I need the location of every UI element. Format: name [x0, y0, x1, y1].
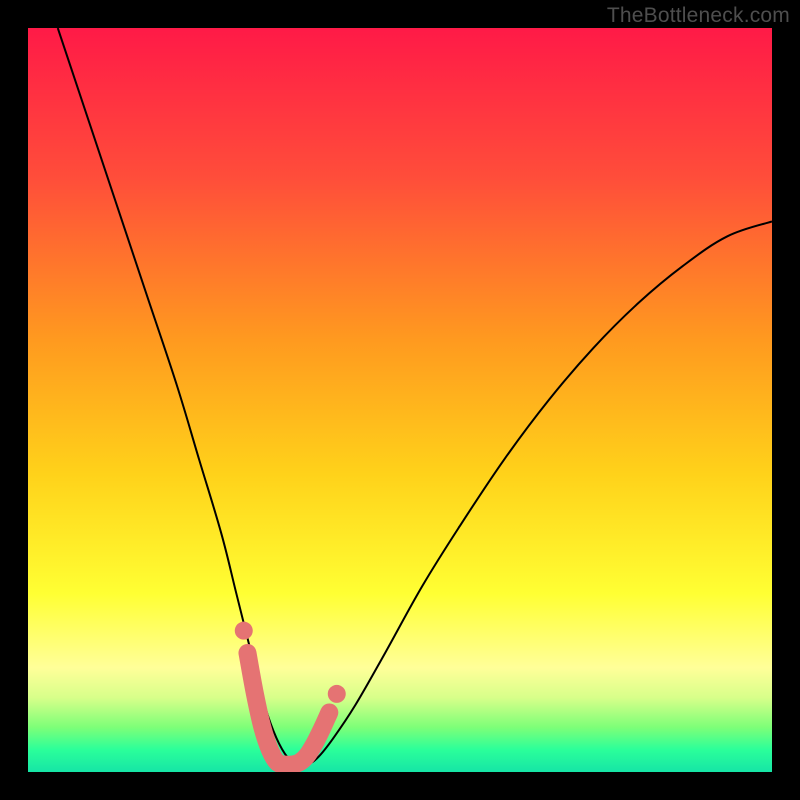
- highlight-dot: [235, 622, 253, 640]
- gradient-background: [28, 28, 772, 772]
- highlight-dot: [328, 685, 346, 703]
- chart-frame: TheBottleneck.com: [0, 0, 800, 800]
- plot-svg: [28, 28, 772, 772]
- watermark-text: TheBottleneck.com: [607, 4, 790, 28]
- plot-area: [28, 28, 772, 772]
